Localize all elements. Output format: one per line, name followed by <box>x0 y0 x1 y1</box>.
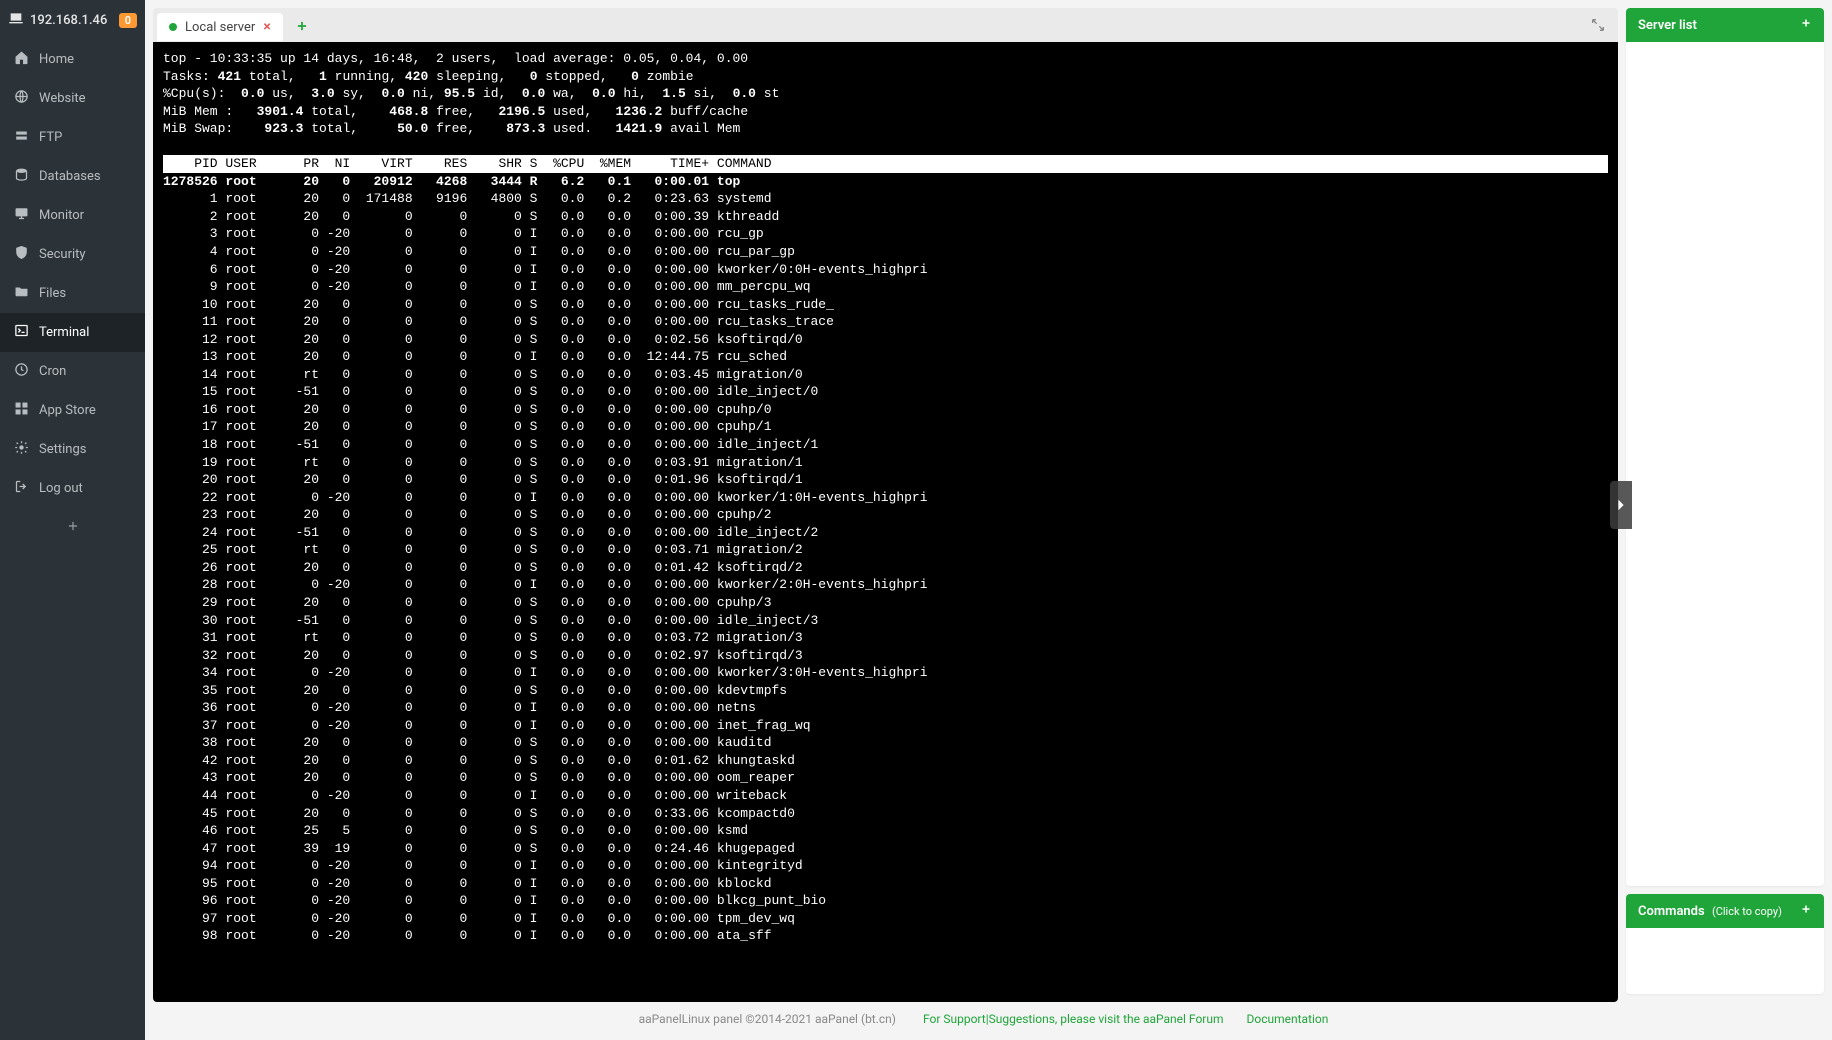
commands-title: Commands (Click to copy) <box>1638 904 1782 919</box>
commands-body <box>1626 928 1824 994</box>
sidebar-item-label: Files <box>39 286 66 301</box>
sidebar-item-label: Log out <box>39 481 83 496</box>
db-icon <box>14 167 29 186</box>
server-list-body <box>1626 42 1824 886</box>
panel-collapse-handle[interactable] <box>1610 481 1632 529</box>
terminal-panel: Local server × top - 10:33:35 up 14 days… <box>153 8 1618 1002</box>
sidebar-item-label: Security <box>39 247 86 262</box>
add-tab-button[interactable] <box>287 18 317 37</box>
sidebar: 192.168.1.46 0 Home Website FTP Databases Mo… <box>0 0 145 1040</box>
close-tab-icon[interactable]: × <box>263 19 270 35</box>
grid-icon <box>14 401 29 420</box>
sidebar-item-label: Cron <box>39 364 66 379</box>
terminal-output[interactable]: top - 10:33:35 up 14 days, 16:48, 2 user… <box>153 42 1618 1002</box>
gear-icon <box>14 440 29 459</box>
clock-icon <box>14 362 29 381</box>
sidebar-item-app-store[interactable]: App Store <box>0 391 145 430</box>
server-list-title: Server list <box>1638 18 1697 33</box>
footer-copyright: aaPanelLinux panel ©2014-2021 aaPanel (b… <box>639 1012 896 1026</box>
add-command-icon[interactable] <box>1800 903 1812 919</box>
sidebar-item-cron[interactable]: Cron <box>0 352 145 391</box>
sidebar-item-label: Website <box>39 91 86 106</box>
sidebar-item-label: Home <box>39 52 74 67</box>
tab-bar: Local server × <box>153 8 1618 42</box>
sidebar-item-label: Databases <box>39 169 101 184</box>
shield-icon <box>14 245 29 264</box>
commands-header[interactable]: Commands (Click to copy) <box>1626 894 1824 928</box>
laptop-icon <box>8 10 24 30</box>
logout-icon <box>14 479 29 498</box>
right-panel: Server list Commands (Click to copy) <box>1626 8 1824 1002</box>
sidebar-item-log-out[interactable]: Log out <box>0 469 145 508</box>
footer: aaPanelLinux panel ©2014-2021 aaPanel (b… <box>153 1002 1824 1032</box>
footer-forum-link[interactable]: For Support|Suggestions, please visit th… <box>923 1012 1224 1026</box>
footer-docs-link[interactable]: Documentation <box>1246 1012 1328 1026</box>
sidebar-item-label: Terminal <box>39 325 89 340</box>
monitor-icon <box>14 206 29 225</box>
sidebar-item-terminal[interactable]: Terminal <box>0 313 145 352</box>
main-area: Local server × top - 10:33:35 up 14 days… <box>145 0 1832 1040</box>
sidebar-item-label: Settings <box>39 442 86 457</box>
notification-badge[interactable]: 0 <box>119 13 137 28</box>
sidebar-item-website[interactable]: Website <box>0 79 145 118</box>
terminal-icon <box>14 323 29 342</box>
server-list-header[interactable]: Server list <box>1626 8 1824 42</box>
sidebar-item-files[interactable]: Files <box>0 274 145 313</box>
sidebar-server-header[interactable]: 192.168.1.46 0 <box>0 0 145 40</box>
sidebar-item-settings[interactable]: Settings <box>0 430 145 469</box>
sidebar-item-label: App Store <box>39 403 96 418</box>
folder-icon <box>14 284 29 303</box>
globe-icon <box>14 89 29 108</box>
server-list-card: Server list <box>1626 8 1824 886</box>
terminal-tab-local[interactable]: Local server × <box>157 13 283 41</box>
sidebar-item-security[interactable]: Security <box>0 235 145 274</box>
sidebar-item-monitor[interactable]: Monitor <box>0 196 145 235</box>
sidebar-item-databases[interactable]: Databases <box>0 157 145 196</box>
home-icon <box>14 50 29 69</box>
commands-card: Commands (Click to copy) <box>1626 894 1824 994</box>
status-dot-icon <box>169 23 177 31</box>
sidebar-item-ftp[interactable]: FTP <box>0 118 145 157</box>
add-server-icon[interactable] <box>1800 17 1812 33</box>
ftp-icon <box>14 128 29 147</box>
sidebar-item-label: Monitor <box>39 208 84 223</box>
server-ip: 192.168.1.46 <box>30 13 107 28</box>
tab-label: Local server <box>185 20 255 35</box>
sidebar-item-label: FTP <box>39 130 62 145</box>
sidebar-item-home[interactable]: Home <box>0 40 145 79</box>
fullscreen-icon[interactable] <box>1582 13 1614 41</box>
sidebar-add-button[interactable] <box>0 508 145 547</box>
